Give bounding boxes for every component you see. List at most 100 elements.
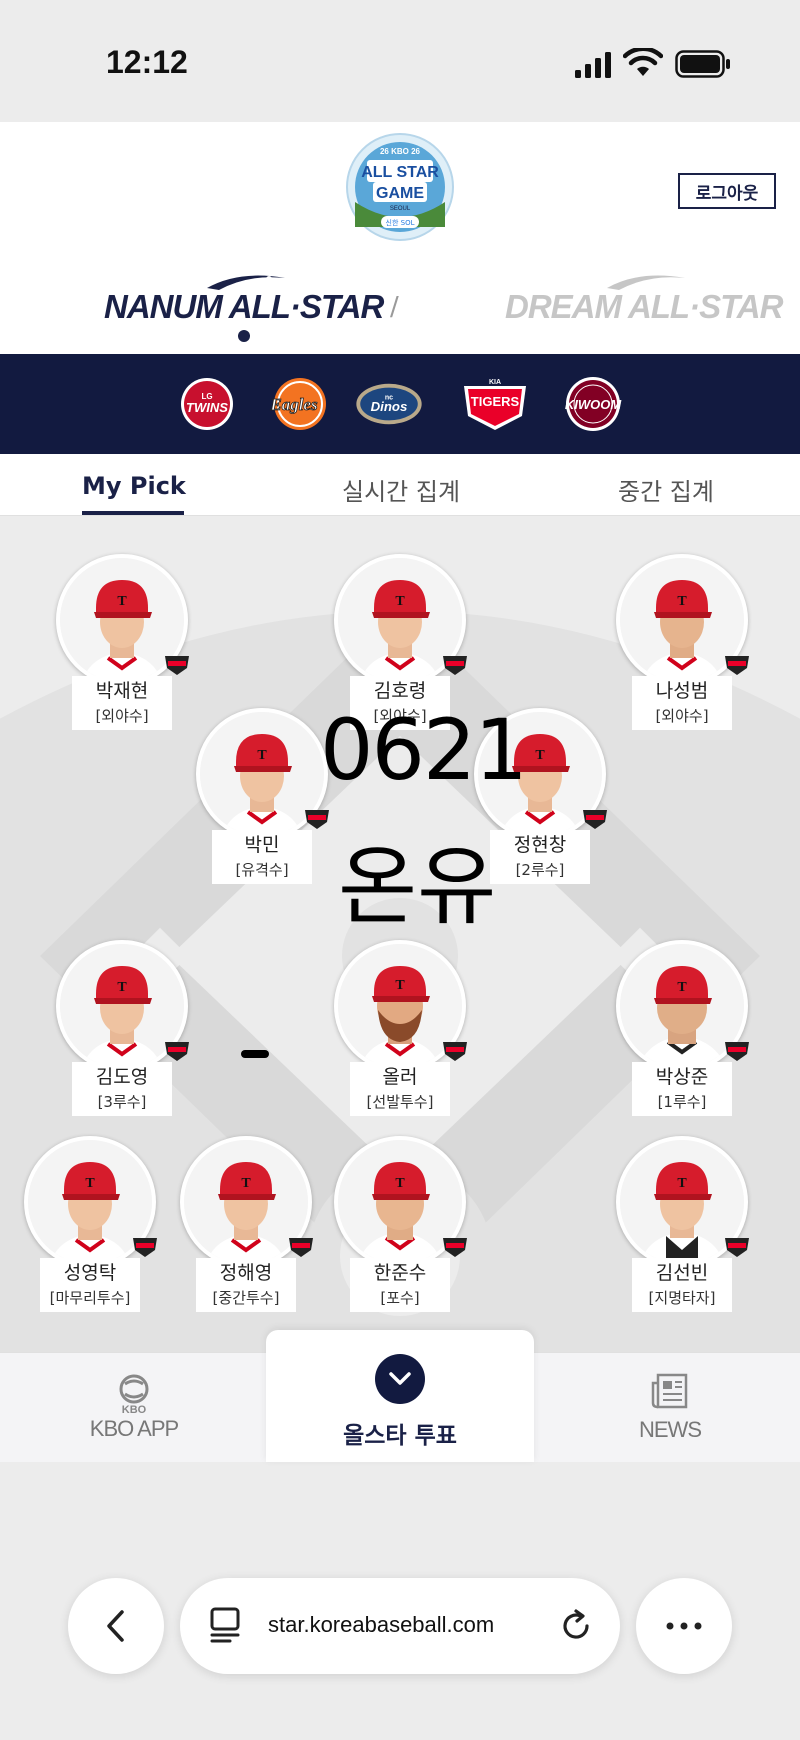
league-separator: /	[390, 292, 399, 322]
player-name: 정해영	[196, 1258, 296, 1288]
lineup-field: T 박재현 [외야수] T 김호령 [외야수] T 나성범 [외야수] T 박민…	[0, 516, 800, 1352]
team-lg-twins[interactable]: LG TWINS	[172, 376, 242, 432]
player-card[interactable]: T 박재현 [외야수]	[56, 554, 189, 744]
browser-more-button[interactable]	[636, 1578, 732, 1674]
overlay-dash-mark	[241, 1050, 269, 1058]
tigers-badge-icon	[443, 656, 467, 675]
svg-text:T: T	[677, 594, 687, 609]
svg-text:T: T	[395, 1176, 405, 1191]
kbo-logo-icon	[119, 1374, 149, 1404]
nav-news[interactable]: NEWS	[620, 1353, 720, 1463]
player-name: 정현창	[490, 830, 590, 860]
player-position: [중간투수]	[196, 1286, 296, 1312]
player-card[interactable]: T 김선빈 [지명타자]	[616, 1136, 749, 1326]
lg-twins-logo-icon: LG TWINS	[181, 378, 233, 430]
tigers-badge-icon	[133, 1238, 157, 1257]
league-selector: NANUM ALL·STAR / DREAM ALL·STAR	[0, 272, 800, 352]
newspaper-icon	[651, 1373, 688, 1409]
league-label-nanum: NANUM ALL·STAR	[104, 288, 384, 325]
svg-text:T: T	[117, 980, 127, 995]
player-position: [포수]	[350, 1286, 450, 1312]
reload-icon[interactable]	[558, 1608, 594, 1644]
tigers-badge-icon	[725, 1238, 749, 1257]
team-nc-dinos[interactable]: nc Dinos	[354, 376, 424, 432]
tab-interim-count[interactable]: 중간 집계	[618, 472, 714, 507]
svg-text:T: T	[677, 980, 687, 995]
tigers-badge-icon	[165, 1042, 189, 1061]
player-position: [외야수]	[632, 704, 732, 730]
vote-toggle-button[interactable]	[375, 1354, 425, 1404]
svg-text:T: T	[117, 594, 127, 609]
url-text: star.koreabaseball.com	[268, 1612, 495, 1637]
svg-text:KIWOOM: KIWOOM	[565, 397, 622, 412]
team-hanwha-eagles[interactable]: Eagles	[262, 376, 332, 432]
player-name: 박민	[212, 830, 312, 860]
overlay-name-text: 온유	[338, 837, 497, 937]
player-card[interactable]: T 올러 [선발투수]	[334, 940, 467, 1130]
nav-kbo-app[interactable]: KBO KBO APP	[72, 1353, 196, 1463]
tab-realtime-count[interactable]: 실시간 집계	[342, 472, 460, 507]
active-tab-underline	[82, 511, 184, 515]
player-position: [유격수]	[212, 858, 312, 884]
player-position: [2루수]	[490, 858, 590, 884]
tigers-badge-icon	[289, 1238, 313, 1257]
svg-text:ALL STAR: ALL STAR	[361, 164, 439, 181]
more-dots-icon	[666, 1622, 702, 1630]
status-bar: 12:12	[0, 0, 800, 122]
tigers-badge-icon	[165, 656, 189, 675]
svg-text:T: T	[395, 978, 405, 993]
tigers-badge-icon	[443, 1042, 467, 1061]
kiwoom-heroes-logo-icon: KIWOOM	[565, 377, 622, 431]
browser-address-bar[interactable]: star.koreabaseball.com	[180, 1578, 620, 1674]
tab-my-pick[interactable]: My Pick	[82, 472, 186, 500]
svg-text:T: T	[535, 748, 545, 763]
league-tab-dream[interactable]: DREAM ALL·STAR	[505, 272, 783, 326]
news-label: NEWS	[639, 1417, 702, 1442]
overlay-number-text: 0621	[320, 701, 528, 799]
hanwha-eagles-logo-icon: Eagles	[269, 378, 326, 430]
tigers-badge-icon	[583, 810, 607, 829]
team-kia-tigers[interactable]: TIGERS KIA	[460, 376, 530, 432]
player-card[interactable]: T 한준수 [포수]	[334, 1136, 467, 1326]
player-card[interactable]: T 박민 [유격수]	[196, 708, 329, 898]
svg-text:T: T	[257, 748, 267, 763]
svg-text:Eagles: Eagles	[269, 395, 318, 414]
browser-back-button[interactable]	[68, 1578, 164, 1674]
svg-text:T: T	[677, 1176, 687, 1191]
svg-text:GAME: GAME	[376, 185, 424, 202]
svg-text:신한 SOL: 신한 SOL	[386, 218, 415, 227]
league-label-dream: DREAM ALL·STAR	[505, 288, 783, 325]
all-star-game-logo[interactable]: ALL STAR GAME 26 KBO 26 SEOUL 신한 SOL	[345, 132, 455, 242]
player-position: [지명타자]	[632, 1286, 732, 1312]
kia-tigers-logo-icon: TIGERS KIA	[464, 379, 526, 430]
player-position: [3루수]	[72, 1090, 172, 1116]
player-card[interactable]: T 성영탁 [마무리투수]	[24, 1136, 157, 1326]
chevron-left-icon	[107, 1610, 124, 1642]
player-position: [1루수]	[632, 1090, 732, 1116]
kbo-small-label: KBO	[121, 1404, 147, 1416]
player-card[interactable]: T 나성범 [외야수]	[616, 554, 749, 744]
nav-all-star-vote[interactable]: 올스타 투표	[266, 1330, 534, 1462]
svg-text:T: T	[395, 594, 405, 609]
player-name: 김선빈	[632, 1258, 732, 1288]
kbo-app-label: KBO APP	[89, 1416, 179, 1441]
team-logos-band: LG TWINS Eagles nc Dinos TIGERS KIA KIWO…	[0, 354, 800, 454]
player-name: 성영탁	[40, 1258, 140, 1288]
player-card[interactable]: T 박상준 [1루수]	[616, 940, 749, 1130]
site-header: ALL STAR GAME 26 KBO 26 SEOUL 신한 SOL 로그아…	[0, 122, 800, 354]
app-root: 12:12 ALL STAR GAME 26 KBO 26 SEOUL 신한 S…	[0, 0, 800, 1740]
tigers-badge-icon	[305, 810, 329, 829]
player-name: 한준수	[350, 1258, 450, 1288]
svg-text:Dinos: Dinos	[371, 399, 408, 414]
nc-dinos-logo-icon: nc Dinos	[356, 383, 422, 425]
player-card[interactable]: T 정해영 [중간투수]	[180, 1136, 313, 1326]
player-card[interactable]: T 김도영 [3루수]	[56, 940, 189, 1130]
player-name: 박재현	[72, 676, 172, 706]
team-kiwoom-heroes[interactable]: KIWOOM	[558, 376, 628, 432]
player-name: 박상준	[632, 1062, 732, 1092]
page-menu-icon[interactable]	[208, 1606, 242, 1644]
logout-button[interactable]: 로그아웃	[678, 173, 776, 209]
league-tab-nanum[interactable]: NANUM ALL·STAR	[104, 272, 384, 342]
svg-text:SEOUL: SEOUL	[390, 206, 411, 212]
tigers-badge-icon	[443, 1238, 467, 1257]
